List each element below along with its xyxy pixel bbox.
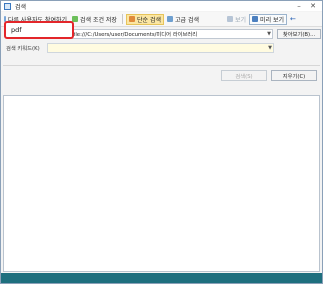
arrow-left-icon[interactable]: ← [290,15,296,23]
simple-search-icon [129,16,135,22]
minimize-button[interactable]: – [292,1,306,11]
browse-button[interactable]: 찾아보기(B)... [277,29,321,39]
tab-simple-search[interactable]: 단순 검색 [126,13,164,25]
app-icon [4,2,11,10]
title-bar: 검색 – ✕ [1,1,322,11]
clear-button[interactable]: 지우기(C) [271,70,317,81]
location-field[interactable]: file:///C:/Users/user/Documents/미디어 라이브러… [59,29,273,39]
keyword-dropdown-icon[interactable]: ▼ [266,43,274,53]
tab-simple-search-label: 단순 검색 [137,16,161,24]
toolbar-view[interactable]: 보기 [225,14,248,25]
toolbar-separator [122,14,123,24]
close-button[interactable]: ✕ [306,1,320,11]
chevron-down-icon[interactable]: ▼ [265,30,272,38]
view-icon [227,16,233,22]
divider [3,65,320,66]
toolbar-save-criteria[interactable]: 검색 조건 저장 [70,14,120,25]
toolbar-preview-label: 미리 보기 [260,16,285,24]
status-bar [1,273,322,283]
tab-advanced-search[interactable]: 고급 검색 [165,14,201,25]
window-title: 검색 [15,3,27,11]
toolbar-view-label: 보기 [235,16,247,24]
search-keyword-value: pdf [11,26,22,34]
results-pane[interactable] [3,95,320,272]
advanced-search-icon [167,16,173,22]
tab-advanced-search-label: 고급 검색 [175,16,199,24]
keyword-label: 검색 키워드(K) [6,46,40,52]
keyword-row: 검색 키워드(K) ▼ [6,43,320,53]
location-path: file:///C:/Users/user/Documents/미디어 라이브러… [72,32,198,38]
keyword-input[interactable] [47,43,274,53]
search-start-button[interactable]: 검색(S) [221,70,267,81]
search-keyword-input[interactable]: pdf [4,21,74,39]
search-window: 검색 – ✕ 다른 사용자도 참여하기 검색 조건 저장 단순 검색 고급 검색… [0,0,323,284]
preview-icon [252,16,259,22]
toolbar-save-criteria-label: 검색 조건 저장 [80,16,117,24]
toolbar-preview[interactable]: 미리 보기 [249,13,288,25]
window-controls: – ✕ [292,1,320,11]
